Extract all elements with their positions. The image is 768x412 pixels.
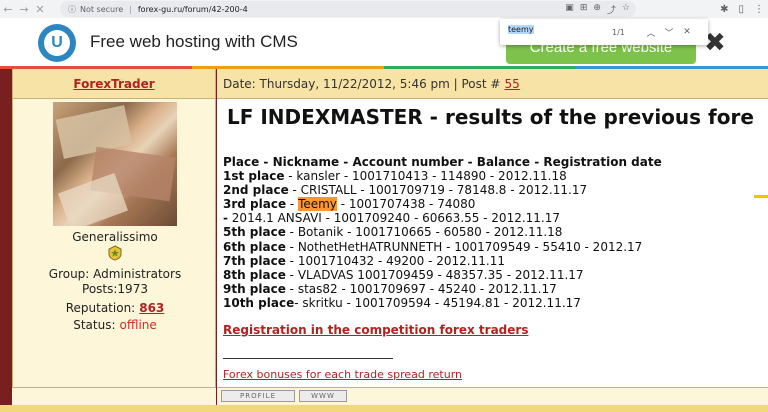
post-column: Date: Thursday, 11/22/2012, 5:46 pm | Po… [217, 69, 768, 412]
post-number-link[interactable]: 55 [504, 77, 519, 91]
find-scroll-marker [754, 195, 768, 198]
rank-badge-icon [108, 245, 122, 261]
post-header: Date: Thursday, 11/22/2012, 5:46 pm | Po… [217, 69, 768, 99]
result-row: 3rd place - Teemy - 1001707438 - 74080 [223, 197, 476, 212]
bonus-link[interactable]: Forex bonuses for each trade spread retu… [223, 368, 462, 381]
avatar [53, 102, 177, 226]
post-date: Date: Thursday, 11/22/2012, 5:46 pm | Po… [223, 76, 501, 91]
ad-headline[interactable]: Free web hosting with CMS [90, 32, 298, 52]
signature-divider [223, 358, 393, 359]
results-header: Place - Nickname - Account number - Bala… [223, 155, 662, 169]
reputation-value[interactable]: 863 [139, 301, 164, 315]
author-name-link[interactable]: ForexTrader [73, 77, 154, 91]
status-value: offline [119, 318, 157, 332]
post-body: Place - Nickname - Account number - Bala… [223, 155, 768, 310]
author-column: ForexTrader Generalissimo Group: Adminis… [12, 69, 216, 412]
profile-button[interactable]: PROFILE [221, 390, 295, 402]
find-query: teemy [508, 25, 534, 34]
find-bar: teemy 1/1 ︿ ﹀ ✕ [500, 19, 708, 45]
user-status: Status: offline [13, 318, 217, 332]
ad-logo-letter: U [44, 30, 70, 56]
menu-icon[interactable]: ⋮ [754, 4, 764, 15]
translate-icon[interactable]: ⊞ [580, 3, 588, 16]
forward-icon[interactable]: → [16, 0, 32, 18]
close-icon[interactable]: ✕ [678, 27, 696, 37]
zoom-icon[interactable]: ⊕ [593, 3, 601, 16]
post-title: LF INDEXMASTER - results of the previous… [227, 105, 754, 129]
stop-icon[interactable]: ✕ [32, 0, 48, 18]
competition-link[interactable]: Registration in the competition forex tr… [223, 323, 528, 337]
share-icon[interactable]: ⤴ [607, 3, 616, 16]
chevron-up-icon[interactable]: ︿ [642, 26, 660, 39]
browser-actions: ✱ ▯ ⋮ [720, 0, 764, 18]
result-row: 1st place - kansler - 1001710413 - 11489… [223, 169, 567, 184]
result-row: 9th place - stas82 - 1001709697 - 45240 … [223, 281, 557, 296]
result-row: 8th place - VLADVAS 1001709459 - 48357.3… [223, 267, 584, 282]
group-text: Group: Administrators [48, 267, 182, 281]
address-bar[interactable]: ⓘ Not secure | forex-gu.ru/forum/42-200-… [60, 1, 636, 17]
chevron-down-icon[interactable]: ﹀ [660, 26, 678, 39]
back-icon[interactable]: ← [0, 0, 16, 18]
rank-label: Generalissimo [72, 230, 158, 244]
url-separator: | [129, 4, 132, 14]
find-highlight: Teemy [298, 197, 337, 212]
www-button[interactable]: WWW [299, 390, 347, 402]
user-group: Group: Administrators Posts:1973 [13, 267, 217, 297]
url-text[interactable]: forex-gu.ru/forum/42-200-4 [138, 5, 248, 14]
reputation-label: Reputation: [65, 301, 136, 315]
find-input[interactable]: teemy [508, 25, 612, 39]
reputation: Reputation: 863 [13, 301, 217, 315]
result-row: 10th place- skritku - 1001709594 - 45194… [223, 295, 581, 310]
status-label: Status: [73, 318, 116, 332]
security-label[interactable]: Not secure [80, 5, 123, 14]
address-bar-icons: ▣ ⊞ ⊕ ⤴ ☆ [565, 3, 630, 16]
find-count: 1/1 [612, 27, 625, 37]
result-row: 5th place - Botanik - 1001710665 - 60580… [223, 225, 563, 240]
forum-area: ForexTrader Generalissimo Group: Adminis… [0, 69, 768, 412]
page-info-icon[interactable]: ▣ [565, 3, 574, 16]
result-row: 7th place - 1001710432 - 49200 - 2012.11… [223, 253, 505, 268]
bookmark-star-icon[interactable]: ☆ [622, 3, 630, 16]
warning-icon[interactable]: ⓘ [68, 4, 76, 15]
author-header: ForexTrader [13, 69, 215, 99]
result-row: - 2014.1 ANSAVI - 1001709240 - 60663.55 … [223, 211, 561, 226]
result-row: 2nd place - CRISTALL - 1001709719 - 7814… [223, 183, 588, 198]
ad-logo[interactable]: U [38, 24, 76, 62]
result-row: 6th place - NothetHetHATRUNNETH - 100170… [223, 239, 643, 254]
posts-count: Posts:1973 [82, 282, 148, 296]
extensions-icon[interactable]: ✱ [720, 4, 728, 15]
sidebar-icon[interactable]: ▯ [738, 4, 744, 15]
bottom-bar [0, 405, 768, 412]
browser-toolbar: ← → ✕ ⓘ Not secure | forex-gu.ru/forum/4… [0, 0, 768, 18]
